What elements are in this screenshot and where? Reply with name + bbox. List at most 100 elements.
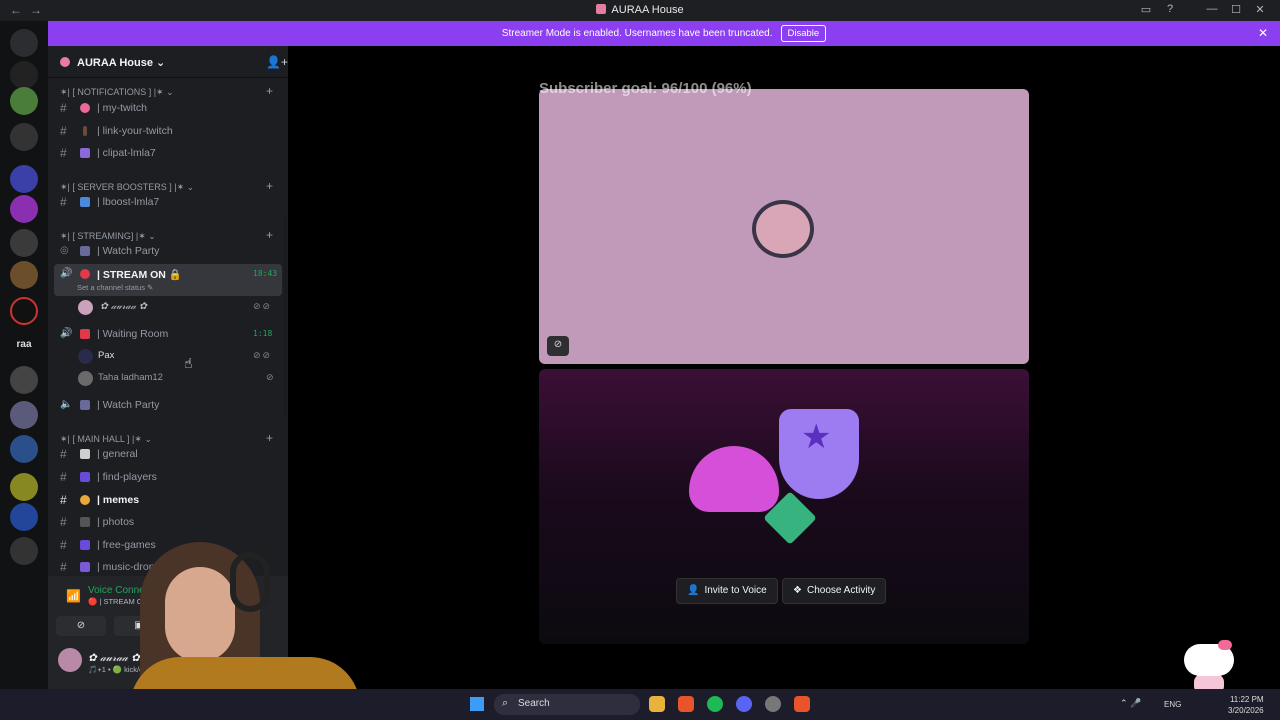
avatar — [752, 200, 814, 258]
close-icon[interactable]: ✕ — [1258, 26, 1268, 40]
voice-timer: 18:43 — [253, 269, 278, 278]
channel-lboost[interactable]: # | lboost-lmla7 — [48, 192, 288, 212]
gamepad-icon — [80, 540, 90, 550]
server-icon[interactable] — [10, 401, 38, 429]
help-icon[interactable]: ? — [1158, 3, 1182, 16]
avatar — [78, 371, 93, 386]
camera-icon — [80, 517, 90, 527]
channel-watch-party-voice[interactable]: 🔈 | Watch Party — [48, 395, 288, 415]
avatar[interactable] — [58, 648, 82, 672]
close-button[interactable]: ✕ — [1248, 3, 1272, 16]
server-icon[interactable] — [10, 473, 38, 501]
channel-photos[interactable]: # | photos — [48, 512, 288, 532]
channel-find-players[interactable]: # | find-players — [48, 467, 288, 487]
channel-clipat[interactable]: # | clipat-lmla7 — [48, 143, 288, 163]
avatar — [78, 300, 93, 315]
server-icon[interactable] — [10, 366, 38, 394]
spotify-icon[interactable] — [707, 696, 723, 712]
channel-general[interactable]: # | general — [48, 444, 288, 464]
stage-icon: ◎ — [60, 245, 69, 256]
server-icon[interactable] — [10, 61, 38, 89]
server-icon-text[interactable]: raa — [8, 339, 40, 350]
discord-icon[interactable] — [736, 696, 752, 712]
alarm-icon — [80, 329, 90, 339]
file-explorer-icon[interactable] — [649, 696, 665, 712]
camera-off-button[interactable]: ⊘ — [56, 616, 106, 636]
trophy-icon: ★ — [779, 409, 859, 499]
search-input[interactable]: ⌕ Search — [494, 694, 640, 715]
voice-user[interactable]: ✿ 𝒶𝓊𝓇𝒶𝒶 ✿ ⊘⊘ — [48, 297, 288, 317]
signal-icon[interactable]: 📶 — [66, 589, 81, 603]
server-icon[interactable] — [10, 123, 38, 151]
server-icon[interactable] — [10, 537, 38, 565]
server-name[interactable]: AURAA House ⌄ — [77, 56, 165, 69]
channel-waiting-room[interactable]: 🔊 | Waiting Room 1:18 — [48, 324, 288, 344]
voice-stage: ⊘ Subscriber goal: 96/100 (96%) ★ 👤 Invit… — [288, 46, 1280, 689]
taskbar: ⌕ Search ⌃ 🎤 ENG 11:22 PM 3/20/2026 — [0, 689, 1280, 720]
tray-icons[interactable]: ⌃ 🎤 — [1120, 698, 1141, 709]
laugh-icon — [80, 495, 90, 505]
server-icon[interactable] — [10, 297, 38, 325]
speaker-icon: 🔈 — [60, 399, 73, 410]
mouse-cursor: ☝ — [184, 355, 193, 371]
headphones-icon — [230, 552, 270, 612]
voice-user[interactable]: Taha ladham12 ⊘ — [48, 368, 288, 388]
hash-icon: # — [60, 538, 67, 552]
server-icon[interactable] — [10, 229, 38, 257]
app-icon — [596, 4, 607, 14]
server-icon[interactable] — [10, 29, 38, 57]
channel-my-twitch[interactable]: # | my-twitch — [48, 98, 288, 118]
plus-icon[interactable]: + — [266, 84, 273, 98]
add-person-icon: 👤 — [687, 585, 700, 596]
search-icon: ⌕ — [502, 697, 509, 709]
server-icon[interactable] — [10, 435, 38, 463]
channel-watch-party-stage[interactable]: ◎ | Watch Party — [48, 241, 288, 261]
hash-icon: # — [60, 493, 67, 507]
voice-timer: 1:18 — [253, 329, 273, 338]
server-header[interactable]: AURAA House ⌄ 👤+ — [48, 46, 288, 78]
banner-text: Streamer Mode is enabled. Usernames have… — [501, 28, 773, 39]
start-icon[interactable] — [470, 697, 484, 711]
channel-link-your-twitch[interactable]: # | link-your-twitch — [48, 121, 288, 141]
inbox-icon[interactable]: ▭ — [1134, 3, 1158, 16]
server-icon[interactable] — [10, 195, 38, 223]
music-icon — [80, 562, 90, 572]
plus-icon[interactable]: + — [266, 179, 273, 193]
voice-user[interactable]: Pax ⊘⊘ — [48, 346, 288, 366]
invite-to-voice-button[interactable]: 👤 Invite to Voice — [676, 578, 778, 604]
plus-icon[interactable]: + — [266, 431, 273, 445]
streamer-mode-banner: Streamer Mode is enabled. Usernames have… — [48, 21, 1280, 46]
hash-icon: # — [60, 101, 67, 115]
server-icon[interactable] — [10, 261, 38, 289]
language-indicator[interactable]: ENG — [1164, 700, 1181, 709]
channel-memes[interactable]: # | memes — [48, 490, 288, 510]
minimize-button[interactable]: — — [1200, 3, 1224, 16]
clapper-icon — [80, 148, 90, 158]
plus-icon[interactable]: + — [266, 228, 273, 242]
server-icon[interactable] — [10, 165, 38, 193]
app-icon[interactable] — [765, 696, 781, 712]
brave-icon[interactable] — [678, 696, 694, 712]
server-icon[interactable] — [10, 503, 38, 531]
channel-status-hint[interactable]: Set a channel status ✎ — [77, 283, 153, 292]
disable-button[interactable]: Disable — [780, 25, 827, 42]
newspaper-icon — [80, 449, 90, 459]
activity-tile: ★ 👤 Invite to Voice ❖ Choose Activity — [539, 369, 1029, 644]
scrollbar[interactable] — [284, 216, 287, 416]
camera-off-icon: ⊘ — [547, 336, 569, 356]
maximize-button[interactable]: ☐ — [1224, 3, 1248, 16]
video-tile-user[interactable]: ⊘ — [539, 89, 1029, 364]
muted-icon: ⊘ — [266, 372, 276, 382]
muted-deafened-icon: ⊘⊘ — [253, 301, 273, 311]
flower-icon — [80, 103, 90, 113]
webcam-overlay — [130, 532, 360, 692]
speaker-icon: 🔊 — [60, 328, 73, 339]
add-member-icon[interactable]: 👤+ — [266, 55, 288, 69]
title-bar: ←→ AURAA House ▭ ? — ☐ ✕ — [0, 0, 1280, 21]
clock[interactable]: 11:22 PM 3/20/2026 — [1228, 694, 1264, 716]
choose-activity-button[interactable]: ❖ Choose Activity — [782, 578, 887, 604]
server-icon[interactable] — [10, 87, 38, 115]
red-circle-icon — [80, 269, 90, 279]
brave-icon[interactable] — [794, 696, 810, 712]
subscriber-goal-overlay: Subscriber goal: 96/100 (96%) — [539, 80, 752, 97]
